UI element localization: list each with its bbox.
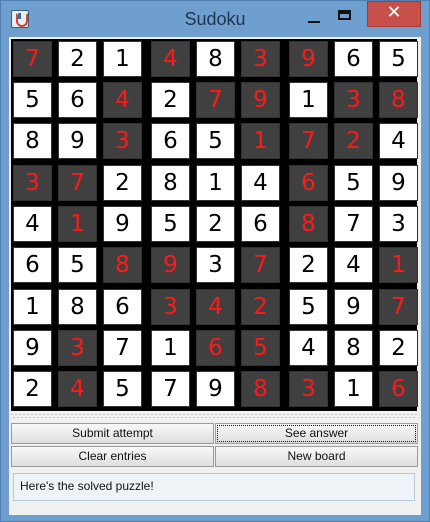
close-icon[interactable]: ✕ [367,1,421,27]
sudoku-cell[interactable]: 9 [103,206,142,242]
sudoku-cell[interactable]: 9 [58,123,97,159]
sudoku-cell[interactable]: 2 [13,371,52,407]
sudoku-cell[interactable]: 8 [58,289,97,325]
window-title: Sudoku [184,9,246,29]
sudoku-cell[interactable]: 2 [58,41,97,77]
sudoku-cell[interactable]: 1 [289,82,328,118]
panel-separator [11,413,417,419]
sudoku-cell[interactable]: 7 [58,165,97,201]
sudoku-cell[interactable]: 7 [289,123,328,159]
sudoku-cell[interactable]: 7 [151,371,190,407]
sudoku-cell[interactable]: 5 [196,123,235,159]
sudoku-cell[interactable]: 4 [103,82,142,118]
sudoku-cell[interactable]: 8 [13,123,52,159]
sudoku-cell[interactable]: 5 [241,330,280,366]
sudoku-cell[interactable]: 8 [241,371,280,407]
sudoku-cell[interactable]: 8 [379,82,418,118]
sudoku-cell[interactable]: 2 [379,330,418,366]
sudoku-cell[interactable]: 6 [241,206,280,242]
sudoku-cell[interactable]: 2 [289,247,328,283]
sudoku-cell[interactable]: 8 [151,165,190,201]
sudoku-cell[interactable]: 7 [379,289,418,325]
sudoku-cell[interactable]: 3 [151,289,190,325]
see-answer-button[interactable]: See answer [215,423,418,444]
sudoku-cell[interactable]: 7 [103,330,142,366]
sudoku-cell[interactable]: 9 [241,82,280,118]
sudoku-cell[interactable]: 4 [13,206,52,242]
sudoku-cell[interactable]: 1 [241,123,280,159]
sudoku-cell[interactable]: 1 [13,289,52,325]
sudoku-board: 7214839655642791388936517243728146594195… [11,39,418,411]
sudoku-cell[interactable]: 4 [151,41,190,77]
sudoku-cell[interactable]: 5 [151,206,190,242]
sudoku-cell[interactable]: 7 [13,41,52,77]
sudoku-cell[interactable]: 9 [13,330,52,366]
sudoku-cell[interactable]: 8 [334,330,373,366]
sudoku-cell[interactable]: 1 [58,206,97,242]
sudoku-cell[interactable]: 6 [196,330,235,366]
sudoku-cell[interactable]: 5 [13,82,52,118]
sudoku-cell[interactable]: 7 [196,82,235,118]
sudoku-cell[interactable]: 5 [334,165,373,201]
sudoku-cell[interactable]: 9 [334,289,373,325]
sudoku-cell[interactable]: 7 [334,206,373,242]
sudoku-cell[interactable]: 3 [334,82,373,118]
sudoku-cell[interactable]: 1 [379,247,418,283]
sudoku-cell[interactable]: 8 [289,206,328,242]
sudoku-cell[interactable]: 3 [289,371,328,407]
sudoku-cell[interactable]: 6 [151,123,190,159]
sudoku-cell[interactable]: 6 [103,289,142,325]
sudoku-cell[interactable]: 2 [241,289,280,325]
sudoku-cell[interactable]: 5 [289,289,328,325]
sudoku-cell[interactable]: 1 [151,330,190,366]
new-board-button[interactable]: New board [215,446,418,467]
sudoku-cell[interactable]: 2 [103,165,142,201]
sudoku-cell[interactable]: 4 [289,330,328,366]
see-answer-label: See answer [217,425,416,442]
sudoku-cell[interactable]: 6 [379,371,418,407]
sudoku-cell[interactable]: 9 [289,41,328,77]
sudoku-cell[interactable]: 4 [241,165,280,201]
clear-entries-button[interactable]: Clear entries [11,446,214,467]
sudoku-cell[interactable]: 3 [13,165,52,201]
sudoku-window: Sudoku ✕ 7214839655642791388936517243728… [0,0,430,522]
minimize-icon[interactable] [303,3,327,29]
main-panel: 7214839655642791388936517243728146594195… [9,37,421,515]
sudoku-cell[interactable]: 3 [58,330,97,366]
sudoku-cell[interactable]: 3 [379,206,418,242]
sudoku-cell[interactable]: 3 [103,123,142,159]
sudoku-cell[interactable]: 9 [379,165,418,201]
sudoku-cell[interactable]: 4 [334,247,373,283]
sudoku-cell[interactable]: 3 [196,247,235,283]
sudoku-cell[interactable]: 1 [196,165,235,201]
sudoku-cell[interactable]: 2 [334,123,373,159]
sudoku-cell[interactable]: 4 [196,289,235,325]
sudoku-cell[interactable]: 8 [196,41,235,77]
submit-attempt-button[interactable]: Submit attempt [11,423,214,444]
sudoku-cell[interactable]: 5 [58,247,97,283]
sudoku-cell[interactable]: 7 [241,247,280,283]
sudoku-cell[interactable]: 8 [103,247,142,283]
sudoku-cell[interactable]: 6 [289,165,328,201]
sudoku-cell[interactable]: 5 [103,371,142,407]
sudoku-cell[interactable]: 2 [196,206,235,242]
maximize-icon[interactable] [334,3,358,29]
sudoku-cell[interactable]: 4 [58,371,97,407]
sudoku-cell[interactable]: 3 [241,41,280,77]
sudoku-cell[interactable]: 6 [58,82,97,118]
title-bar[interactable]: Sudoku ✕ [1,1,429,37]
sudoku-cell[interactable]: 9 [151,247,190,283]
sudoku-cell[interactable]: 9 [196,371,235,407]
sudoku-cell[interactable]: 1 [103,41,142,77]
sudoku-cell[interactable]: 6 [13,247,52,283]
sudoku-cell[interactable]: 4 [379,123,418,159]
sudoku-cell[interactable]: 2 [151,82,190,118]
sudoku-cell[interactable]: 5 [379,41,418,77]
sudoku-cell[interactable]: 1 [334,371,373,407]
status-message: Here's the solved puzzle! [13,473,415,501]
sudoku-cell[interactable]: 6 [334,41,373,77]
